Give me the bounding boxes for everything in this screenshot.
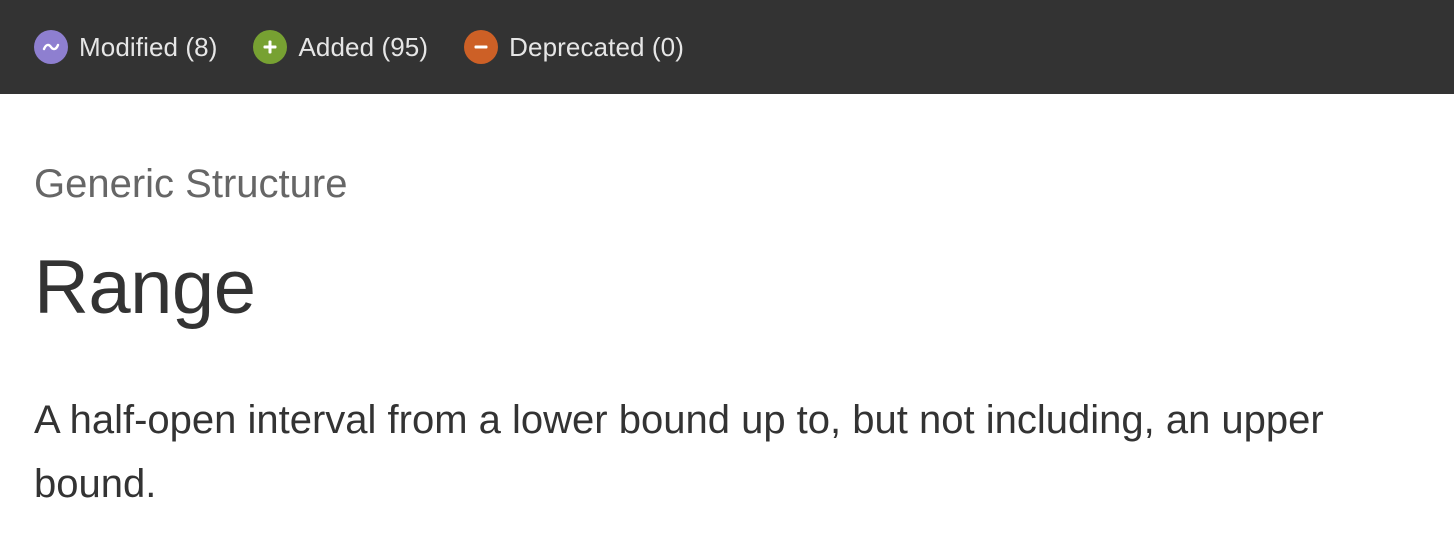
deprecated-icon [464,30,499,64]
filter-deprecated[interactable]: Deprecated (0) [464,30,684,64]
api-changes-filter-bar: Modified (8) Added (95) Deprecated (0) [0,0,1454,94]
filter-modified-label: Modified (8) [79,31,218,62]
filter-modified[interactable]: Modified (8) [34,30,217,64]
page-title: Range [34,245,256,330]
added-icon [253,30,288,64]
filter-added-label: Added (95) [298,31,429,62]
modified-icon [34,30,68,64]
filter-deprecated-label: Deprecated (0) [509,31,684,62]
abstract: A half-open interval from a lower bound … [34,398,1324,506]
filter-added[interactable]: Added (95) [253,30,428,64]
symbol-kind-eyebrow: Generic Structure [34,162,348,206]
